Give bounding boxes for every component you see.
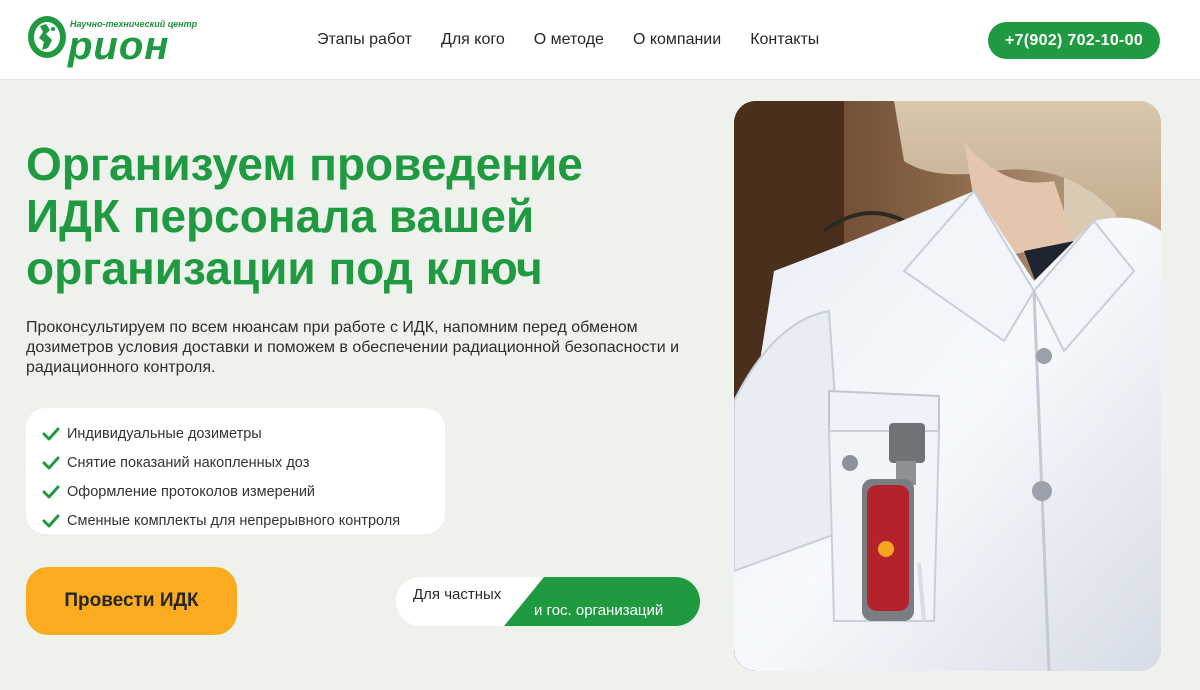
nav-item-method[interactable]: О методе [534,30,604,50]
nav-item-for-whom[interactable]: Для кого [441,30,505,50]
check-icon [42,456,60,469]
check-icon [42,514,60,527]
orion-emblem-icon [28,16,66,58]
nav-item-stages[interactable]: Этапы работ [317,30,412,50]
features-list: Индивидуальные дозиметры Снятие показани… [26,408,445,534]
phone-button[interactable]: +7(902) 702-10-00 [988,22,1160,59]
site-header: Научно-технический центр рион Этапы рабо… [0,0,1200,80]
feature-text: Оформление протоколов измерений [67,483,316,500]
feature-item: Индивидуальные дозиметры [42,419,429,448]
audience-badge: Для частных и гос. организаций [396,577,700,626]
hero-description: Проконсультируем по всем нюансам при раб… [26,319,680,376]
hero-photo [734,101,1161,671]
main-nav: Этапы работ Для кого О методе О компании… [317,30,819,50]
check-icon [42,427,60,440]
feature-text: Сменные комплекты для непрерывного контр… [67,512,401,529]
logo[interactable]: Научно-технический центр рион [26,10,197,70]
feature-text: Снятие показаний накопленных доз [67,454,310,471]
logo-name: рион [68,24,170,68]
conduct-idk-button[interactable]: Провести ИДК [26,567,237,635]
badge-private-text: Для частных [413,586,502,603]
nav-item-company[interactable]: О компании [633,30,721,50]
badge-state-text: и гос. организаций [534,602,664,619]
feature-text: Индивидуальные дозиметры [67,425,262,442]
hero-title: Организуем проведение ИДК персонала ваше… [26,138,583,294]
feature-item: Снятие показаний накопленных доз [42,448,429,477]
feature-item: Сменные комплекты для непрерывного контр… [42,506,429,535]
dosimeter-photo-illustration [734,101,1161,671]
feature-item: Оформление протоколов измерений [42,477,429,506]
check-icon [42,485,60,498]
nav-item-contacts[interactable]: Контакты [750,30,819,50]
